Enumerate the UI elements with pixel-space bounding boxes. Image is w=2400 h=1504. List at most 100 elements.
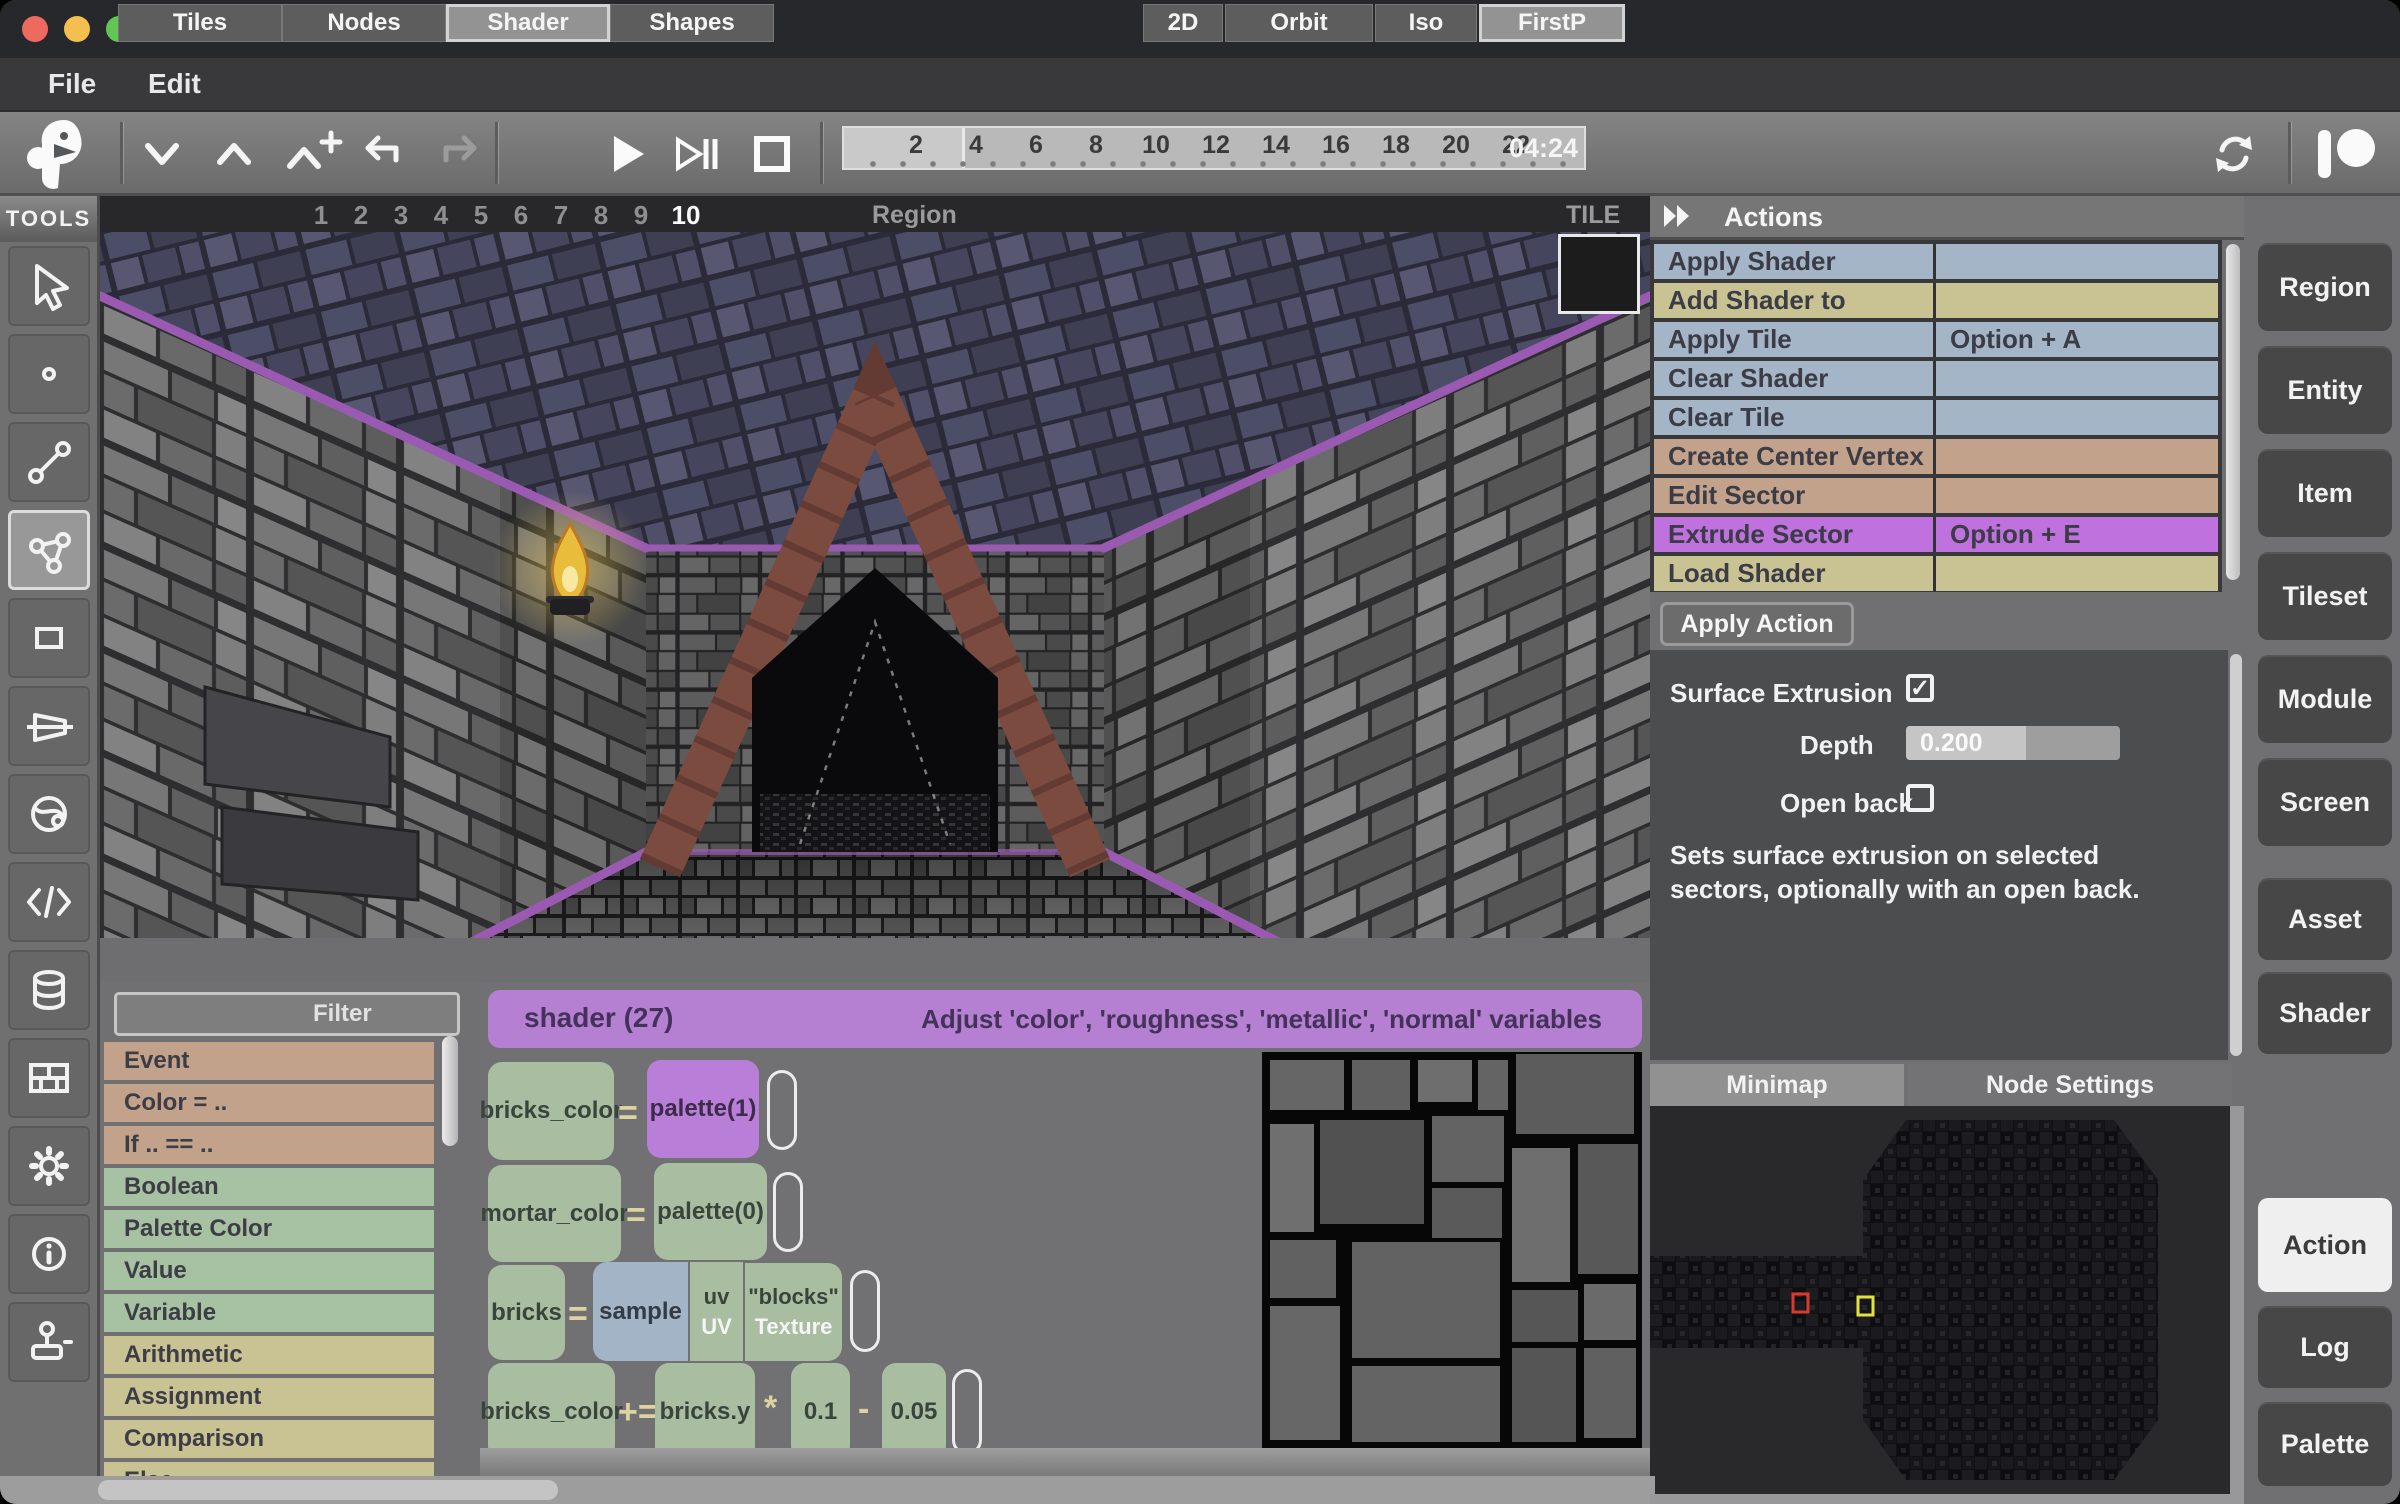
patreon-button[interactable]	[2312, 126, 2382, 182]
undo-button[interactable]	[356, 130, 404, 178]
play-button[interactable]	[602, 130, 650, 178]
node-output-pin[interactable]	[767, 1070, 797, 1150]
node-value[interactable]: palette(1)	[647, 1060, 759, 1158]
tool-linedef[interactable]	[8, 422, 90, 502]
frame-number[interactable]: 4	[426, 200, 456, 231]
tab-orbit[interactable]: Orbit	[1225, 4, 1373, 42]
horizontal-scrollbar[interactable]	[0, 1476, 1655, 1504]
depth-slider[interactable]: 0.200	[1906, 726, 2120, 760]
frame-number[interactable]: 2	[346, 200, 376, 231]
node-value[interactable]: 0.1	[791, 1363, 850, 1460]
node-list-item[interactable]: Boolean	[104, 1168, 434, 1206]
node-list-item[interactable]: Assignment	[104, 1378, 434, 1416]
action-row[interactable]: Load Shader	[1654, 556, 2218, 591]
action-row[interactable]: Clear Tile	[1654, 400, 2218, 435]
viewport-3d-scene[interactable]	[100, 232, 1650, 938]
mode-button-screen[interactable]: Screen	[2258, 758, 2392, 846]
move-down-button[interactable]	[138, 130, 186, 178]
tool-settings[interactable]	[8, 1126, 90, 1206]
node-list-item[interactable]: Arithmetic	[104, 1336, 434, 1374]
close-window-button[interactable]	[22, 16, 48, 42]
frame-number[interactable]: 9	[626, 200, 656, 231]
node-arg[interactable]: uv UV	[690, 1262, 743, 1361]
tab-firstp[interactable]: FirstP	[1479, 4, 1625, 42]
node-var[interactable]: bricks_color	[488, 1363, 615, 1460]
node-list-item[interactable]: Value	[104, 1252, 434, 1290]
node-list-item[interactable]: Comparison	[104, 1420, 434, 1458]
move-up-add-button[interactable]	[282, 130, 344, 178]
node-value[interactable]: 0.05	[882, 1363, 946, 1460]
apply-action-button[interactable]: Apply Action	[1660, 602, 1854, 646]
horizontal-scrollbar-thumb[interactable]	[98, 1480, 558, 1500]
node-value[interactable]: palette(0)	[654, 1163, 767, 1260]
tab-minimap[interactable]: Minimap	[1650, 1064, 1904, 1106]
node-output-pin[interactable]	[850, 1270, 880, 1352]
node-var[interactable]: bricks	[488, 1265, 565, 1360]
tab-tiles[interactable]: Tiles	[118, 4, 282, 42]
tab-iso[interactable]: Iso	[1375, 4, 1477, 42]
timeline-ruler[interactable]: 2 4 6 8 10 12 14 16 18 20 22 04:24	[842, 126, 1586, 170]
mode-button-tileset[interactable]: Tileset	[2258, 552, 2392, 640]
actions-scrollbar[interactable]	[2226, 244, 2240, 580]
node-list-item[interactable]: Palette Color	[104, 1210, 434, 1248]
mode-button-palette[interactable]: Palette	[2258, 1402, 2392, 1486]
frame-number[interactable]: 3	[386, 200, 416, 231]
mode-button-module[interactable]: Module	[2258, 655, 2392, 743]
tab-shader[interactable]: Shader	[446, 4, 610, 42]
node-var[interactable]: bricks_color	[488, 1062, 614, 1160]
tab-nodes[interactable]: Nodes	[282, 4, 446, 42]
mode-button-action[interactable]: Action	[2258, 1198, 2392, 1292]
frame-number[interactable]: 1	[306, 200, 336, 231]
tool-game[interactable]	[8, 1302, 90, 1382]
action-row[interactable]: Create Center Vertex	[1654, 439, 2218, 474]
frame-number[interactable]: 6	[506, 200, 536, 231]
node-func[interactable]: sample	[593, 1262, 688, 1361]
redo-button[interactable]	[438, 130, 486, 178]
action-row[interactable]: Clear Shader	[1654, 361, 2218, 396]
tool-wall[interactable]	[8, 686, 90, 766]
tab-2d[interactable]: 2D	[1143, 4, 1223, 42]
mode-button-item[interactable]: Item	[2258, 449, 2392, 537]
shader-node-canvas[interactable]: shader (27) Adjust 'color', 'roughness',…	[480, 982, 1650, 1476]
tab-shapes[interactable]: Shapes	[610, 4, 774, 42]
node-output-pin[interactable]	[952, 1369, 982, 1455]
minimap-scroll-strip[interactable]	[2230, 1106, 2244, 1504]
sync-button[interactable]	[2210, 130, 2258, 178]
tool-code[interactable]	[8, 862, 90, 942]
node-list-item[interactable]: Color = ..	[104, 1084, 434, 1122]
menu-file[interactable]: File	[48, 58, 96, 112]
action-row[interactable]: Apply Shader	[1654, 244, 2218, 279]
tile-preview[interactable]	[1558, 234, 1640, 314]
tool-sector[interactable]	[8, 510, 90, 590]
frame-number[interactable]: 7	[546, 200, 576, 231]
action-row[interactable]: Edit Sector	[1654, 478, 2218, 513]
node-list-scrollbar[interactable]	[442, 1036, 458, 1146]
tool-rect[interactable]	[8, 598, 90, 678]
node-var[interactable]: mortar_color	[488, 1165, 621, 1262]
menu-edit[interactable]: Edit	[148, 58, 201, 112]
action-row[interactable]: Apply TileOption + A	[1654, 322, 2218, 357]
minimize-window-button[interactable]	[64, 16, 90, 42]
node-value[interactable]: bricks.y	[655, 1363, 755, 1461]
mode-button-asset[interactable]: Asset	[2258, 878, 2392, 960]
tool-tilemap[interactable]	[8, 1038, 90, 1118]
mode-button-region[interactable]: Region	[2258, 243, 2392, 331]
node-output-pin[interactable]	[773, 1172, 803, 1252]
node-list-item[interactable]: Event	[104, 1042, 434, 1080]
tool-globe[interactable]	[8, 774, 90, 854]
node-arg[interactable]: "blocks" Texture	[745, 1263, 842, 1361]
node-list-item[interactable]: Variable	[104, 1294, 434, 1332]
filter-input[interactable]: Filter	[114, 992, 460, 1036]
action-row[interactable]: Add Shader to Library	[1654, 283, 2218, 318]
minimap[interactable]	[1650, 1106, 2230, 1504]
tool-vertex[interactable]	[8, 334, 90, 414]
mode-button-entity[interactable]: Entity	[2258, 346, 2392, 434]
stop-button[interactable]	[748, 130, 796, 178]
tool-data[interactable]	[8, 950, 90, 1030]
surface-extrusion-checkbox[interactable]: ✓	[1906, 674, 1934, 702]
tool-info[interactable]	[8, 1214, 90, 1294]
settings-scrollbar[interactable]	[2230, 654, 2242, 1056]
open-back-checkbox[interactable]	[1906, 784, 1934, 812]
mode-button-shader[interactable]: Shader	[2258, 972, 2392, 1054]
frame-number[interactable]: 8	[586, 200, 616, 231]
